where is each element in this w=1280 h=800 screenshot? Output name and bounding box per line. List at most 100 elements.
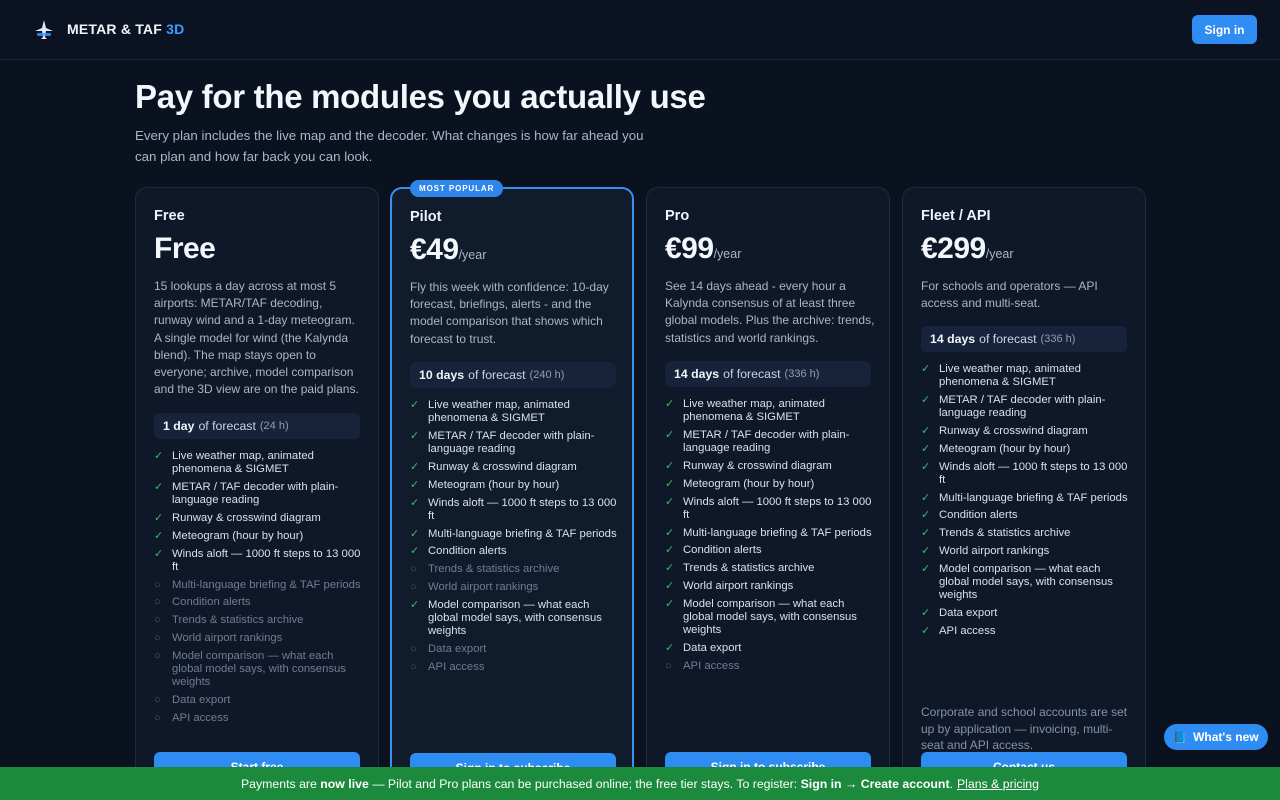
- feature-label: Multi-language briefing & TAF periods: [428, 527, 617, 540]
- payments-banner: Payments are now live — Pilot and Pro pl…: [0, 767, 1280, 800]
- price-amount: €49: [410, 233, 459, 266]
- feature-list: ✓ Live weather map, animated phenomena & …: [410, 399, 618, 679]
- plan-card-pro: Pro €99/year See 14 days ahead - every hou…: [646, 187, 890, 800]
- check-icon: ✓: [665, 597, 675, 610]
- feature-item: ✓ Live weather map, animated phenomena & …: [665, 398, 873, 424]
- feature-label: World airport rankings: [428, 580, 539, 593]
- forecast-days: 14 days: [674, 367, 720, 381]
- feature-item: ✓ METAR / TAF decoder with plain-language…: [665, 429, 873, 455]
- feature-label: Trends & statistics archive: [428, 563, 560, 576]
- feature-label: Multi-language briefing & TAF periods: [172, 578, 361, 591]
- feature-item: ✓ Multi-language briefing & TAF periods: [665, 527, 873, 540]
- feature-label: Trends & statistics archive: [683, 562, 815, 575]
- feature-label: Runway & crosswind diagram: [683, 460, 832, 472]
- feature-label: Multi-language briefing & TAF periods: [939, 491, 1128, 504]
- plan-price: €299/year: [921, 232, 1014, 266]
- feature-label: METAR / TAF decoder with plain-language …: [939, 394, 1106, 420]
- whats-new-button[interactable]: 📘 What's new: [1164, 724, 1268, 750]
- feature-label: World airport rankings: [683, 579, 794, 592]
- circle-icon: ○: [154, 649, 161, 662]
- plan-name: Pro: [665, 208, 690, 224]
- plan-description: For schools and operators — API access a…: [921, 279, 1098, 311]
- check-icon: ✓: [154, 512, 164, 524]
- feature-label: Live weather map, animated phenomena & S…: [939, 363, 1081, 389]
- circle-icon: ○: [154, 596, 161, 609]
- circle-icon: ○: [154, 711, 161, 724]
- check-icon: ✓: [665, 460, 675, 472]
- check-icon: ✓: [665, 562, 675, 575]
- feature-label: Data export: [683, 641, 742, 654]
- check-icon: ✓: [665, 398, 675, 410]
- feature-label: Model comparison — what each global mode…: [683, 597, 857, 637]
- circle-icon: ○: [154, 578, 161, 591]
- check-icon: ✓: [410, 545, 420, 558]
- feature-item: ✓ Runway & crosswind diagram: [921, 425, 1129, 438]
- price-amount: €99: [665, 232, 714, 265]
- feature-item: ✓ Live weather map, animated phenomena & …: [154, 450, 362, 476]
- check-icon: ✓: [410, 461, 420, 473]
- feature-item: ✓ METAR / TAF decoder with plain-language…: [410, 430, 618, 456]
- banner-text-1: Payments are: [240, 776, 317, 791]
- feature-label: METAR / TAF decoder with plain-language …: [683, 429, 850, 455]
- forecast-label: of forecast: [723, 367, 781, 381]
- check-icon: ✓: [410, 598, 420, 611]
- check-icon: ✓: [410, 399, 420, 411]
- feature-item: ✓ Runway & crosswind diagram: [410, 461, 618, 474]
- plan-card-free: Free Free 15 lookups a day across at most …: [135, 187, 379, 800]
- check-icon: ✓: [665, 477, 675, 490]
- feature-label: Model comparison — what each global mode…: [939, 562, 1113, 602]
- banner-text-5: .: [949, 776, 953, 791]
- plan-name: Pilot: [410, 209, 442, 225]
- plan-note: Corporate and school accounts are set up…: [921, 705, 1128, 752]
- check-icon: ✓: [665, 544, 675, 557]
- book-icon: 📘: [1173, 731, 1188, 744]
- feature-item: ✓ Condition alerts: [921, 509, 1129, 522]
- check-icon: ✓: [154, 450, 164, 462]
- feature-item: ✓ Multi-language briefing & TAF periods: [921, 492, 1129, 505]
- feature-item: ✓ Multi-language briefing & TAF periods: [410, 528, 618, 541]
- check-icon: ✓: [921, 363, 931, 375]
- feature-label: API access: [683, 659, 740, 672]
- brand-title[interactable]: METAR & TAF 3D: [67, 21, 184, 37]
- feature-label: Condition alerts: [428, 545, 507, 558]
- feature-item: ○ API access: [154, 712, 362, 725]
- brand-accent: 3D: [166, 21, 185, 37]
- feature-label: Live weather map, animated phenomena & S…: [683, 398, 825, 424]
- sign-in-button[interactable]: Sign in: [1192, 15, 1257, 44]
- forecast-days: 10 days: [419, 368, 465, 382]
- feature-item: ✓ Condition alerts: [410, 545, 618, 558]
- feature-label: METAR / TAF decoder with plain-language …: [172, 481, 339, 507]
- plane-logo-icon[interactable]: [34, 19, 54, 41]
- price-amount: €299: [921, 232, 986, 265]
- feature-item: ✓ Live weather map, animated phenomena & …: [921, 363, 1129, 389]
- forecast-label: of forecast: [468, 368, 526, 382]
- feature-label: METAR / TAF decoder with plain-language …: [428, 430, 595, 456]
- check-icon: ✓: [921, 509, 931, 522]
- feature-item: ✓ World airport rankings: [665, 580, 873, 593]
- check-icon: ✓: [154, 529, 164, 542]
- feature-label: API access: [428, 660, 485, 673]
- feature-item: ○ API access: [665, 660, 873, 673]
- feature-item: ○ Trends & statistics archive: [410, 563, 618, 576]
- banner-text-2: now live: [320, 776, 369, 791]
- circle-icon: ○: [410, 660, 417, 673]
- forecast-label: of forecast: [198, 419, 256, 433]
- feature-item: ✓ Live weather map, animated phenomena & …: [410, 399, 618, 425]
- feature-label: Meteogram (hour by hour): [683, 477, 815, 490]
- feature-item: ✓ World airport rankings: [921, 545, 1129, 558]
- feature-list: ✓ Live weather map, animated phenomena & …: [154, 450, 362, 730]
- feature-item: ○ Condition alerts: [154, 596, 362, 609]
- feature-item: ○ Trends & statistics archive: [154, 614, 362, 627]
- feature-list: ✓ Live weather map, animated phenomena & …: [665, 398, 873, 678]
- plan-name: Fleet / API: [921, 208, 991, 224]
- brand-main: METAR & TAF: [67, 21, 162, 37]
- feature-label: Winds aloft — 1000 ft steps to 13 000 ft: [683, 495, 872, 521]
- plans-pricing-link[interactable]: Plans & pricing: [957, 777, 1039, 791]
- plan-description: 15 lookups a day across at most 5 airpor…: [154, 279, 359, 397]
- feature-label: Data export: [939, 606, 998, 619]
- plan-price: Free: [154, 232, 216, 266]
- top-bar: METAR & TAF 3D Sign in: [0, 0, 1280, 60]
- circle-icon: ○: [154, 693, 161, 706]
- circle-icon: ○: [154, 631, 161, 644]
- circle-icon: ○: [410, 642, 417, 655]
